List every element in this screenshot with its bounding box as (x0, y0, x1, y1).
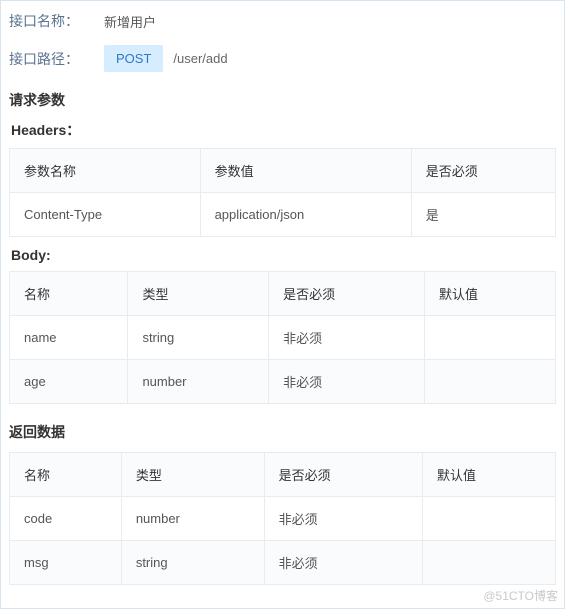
api-name-row: 接口名称： 新增用户 (9, 11, 556, 31)
http-method-badge: POST (104, 45, 163, 72)
table-cell: string (121, 541, 264, 585)
api-path-row: 接口路径： POST /user/add (9, 45, 556, 72)
api-path-label: 接口路径： (9, 49, 104, 69)
headers-table: 参数名称参数值是否必须 Content-Typeapplication/json… (9, 148, 556, 237)
table-header-cell: 是否必须 (269, 272, 425, 316)
table-row: codenumber非必须 (10, 497, 556, 541)
api-name-label: 接口名称： (9, 11, 104, 31)
table-cell: code (10, 497, 122, 541)
table-cell: application/json (200, 193, 411, 237)
table-cell (423, 497, 556, 541)
response-table: 名称类型是否必须默认值 codenumber非必须msgstring非必须 (9, 452, 556, 585)
table-header-cell: 默认值 (425, 272, 556, 316)
table-cell: 非必须 (269, 360, 425, 404)
table-cell: number (128, 360, 269, 404)
watermark: @51CTO博客 (483, 587, 558, 604)
table-header-cell: 默认值 (423, 453, 556, 497)
table-cell: name (10, 316, 128, 360)
table-cell: 非必须 (269, 316, 425, 360)
table-header-cell: 名称 (10, 453, 122, 497)
table-header-cell: 类型 (128, 272, 269, 316)
api-path-value: /user/add (173, 51, 227, 66)
headers-title: Headers： (11, 120, 556, 140)
body-title: Body: (11, 247, 556, 263)
table-header-cell: 类型 (121, 453, 264, 497)
response-title: 返回数据 (9, 422, 556, 442)
table-cell (425, 360, 556, 404)
table-row: msgstring非必须 (10, 541, 556, 585)
table-header-cell: 是否必须 (264, 453, 422, 497)
api-name-value: 新增用户 (104, 12, 156, 31)
table-cell (423, 541, 556, 585)
table-cell: age (10, 360, 128, 404)
table-cell: msg (10, 541, 122, 585)
table-header-cell: 参数值 (200, 149, 411, 193)
table-row: agenumber非必须 (10, 360, 556, 404)
table-cell: 非必须 (264, 541, 422, 585)
table-cell: number (121, 497, 264, 541)
request-params-title: 请求参数 (9, 90, 556, 110)
table-header-cell: 是否必须 (411, 149, 555, 193)
table-cell: 非必须 (264, 497, 422, 541)
table-cell (425, 316, 556, 360)
table-cell: 是 (411, 193, 555, 237)
table-row: namestring非必须 (10, 316, 556, 360)
table-header-cell: 名称 (10, 272, 128, 316)
table-cell: string (128, 316, 269, 360)
table-cell: Content-Type (10, 193, 201, 237)
table-header-cell: 参数名称 (10, 149, 201, 193)
table-row: Content-Typeapplication/json是 (10, 193, 556, 237)
body-table: 名称类型是否必须默认值 namestring非必须agenumber非必须 (9, 271, 556, 404)
